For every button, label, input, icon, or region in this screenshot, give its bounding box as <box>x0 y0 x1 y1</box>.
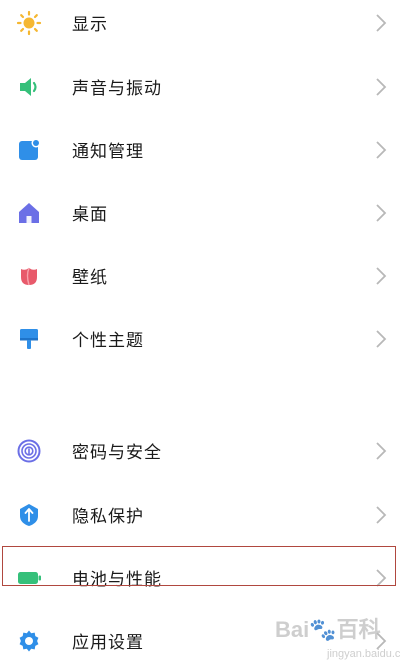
settings-item-wallpaper[interactable]: 壁纸 <box>0 244 400 307</box>
settings-item-label: 壁纸 <box>72 268 108 288</box>
chevron-right-icon <box>374 567 388 589</box>
settings-item-password-security[interactable]: 密码与安全 <box>0 419 400 482</box>
notification-icon <box>16 137 42 163</box>
speaker-icon <box>16 74 42 100</box>
settings-item-label: 桌面 <box>72 205 108 225</box>
settings-item-privacy[interactable]: 隐私保护 <box>0 483 400 546</box>
settings-item-themes[interactable]: 个性主题 <box>0 307 400 370</box>
sun-icon <box>16 10 42 36</box>
home-icon <box>16 200 42 226</box>
gear-icon <box>16 628 42 654</box>
chevron-right-icon <box>374 265 388 287</box>
watermark-url: jingyan.baidu.com <box>327 648 400 660</box>
chevron-right-icon <box>374 328 388 350</box>
fingerprint-icon <box>16 438 42 464</box>
settings-item-display[interactable]: 显示 <box>0 0 400 54</box>
settings-item-label: 密码与安全 <box>72 443 162 463</box>
chevron-right-icon <box>374 202 388 224</box>
chevron-right-icon <box>374 504 388 526</box>
settings-item-desktop[interactable]: 桌面 <box>0 181 400 244</box>
settings-item-label: 应用设置 <box>72 633 144 653</box>
chevron-right-icon <box>374 440 388 462</box>
settings-item-notifications[interactable]: 通知管理 <box>0 118 400 181</box>
settings-item-battery[interactable]: 电池与性能 <box>0 546 400 609</box>
settings-item-sound[interactable]: 声音与振动 <box>0 55 400 118</box>
chevron-right-icon <box>374 12 388 34</box>
settings-item-label: 电池与性能 <box>72 570 162 590</box>
settings-screen: 显示 声音与振动 通知管理 桌面 壁纸 个性主题 密码与安全 隐私保护 电池与性… <box>0 0 400 668</box>
brush-icon <box>16 326 42 352</box>
settings-item-label: 显示 <box>72 15 108 35</box>
chevron-right-icon <box>374 76 388 98</box>
battery-icon <box>16 565 42 591</box>
settings-item-label: 隐私保护 <box>72 507 144 527</box>
shield-icon <box>16 502 42 528</box>
watermark: Bai🐾百科 jingyan.baidu.com <box>275 610 400 664</box>
settings-item-label: 通知管理 <box>72 142 144 162</box>
tulip-icon <box>16 263 42 289</box>
watermark-logo: Bai🐾百科 <box>275 617 381 642</box>
settings-item-label: 声音与振动 <box>72 79 162 99</box>
chevron-right-icon <box>374 139 388 161</box>
settings-item-label: 个性主题 <box>72 331 144 351</box>
